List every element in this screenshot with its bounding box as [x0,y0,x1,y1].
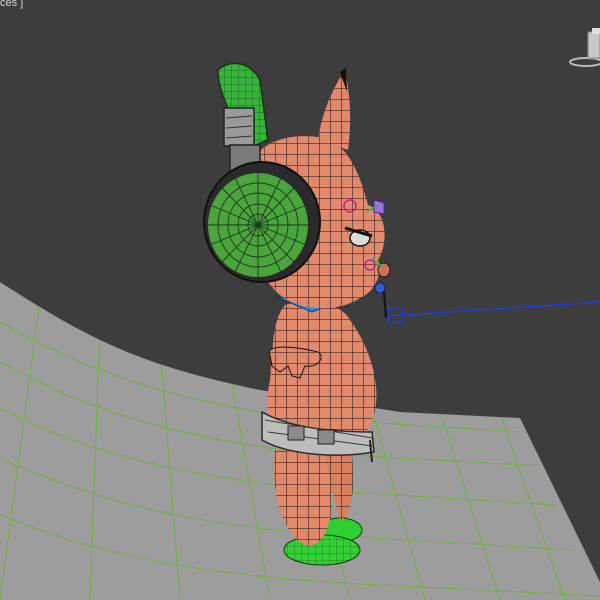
scene-canvas[interactable] [0,0,600,600]
viewcube-icon[interactable] [568,24,600,72]
3d-viewport[interactable]: ces ] [0,0,600,600]
viewport-label[interactable]: ces ] [0,0,23,10]
bone-link-line [387,301,600,317]
